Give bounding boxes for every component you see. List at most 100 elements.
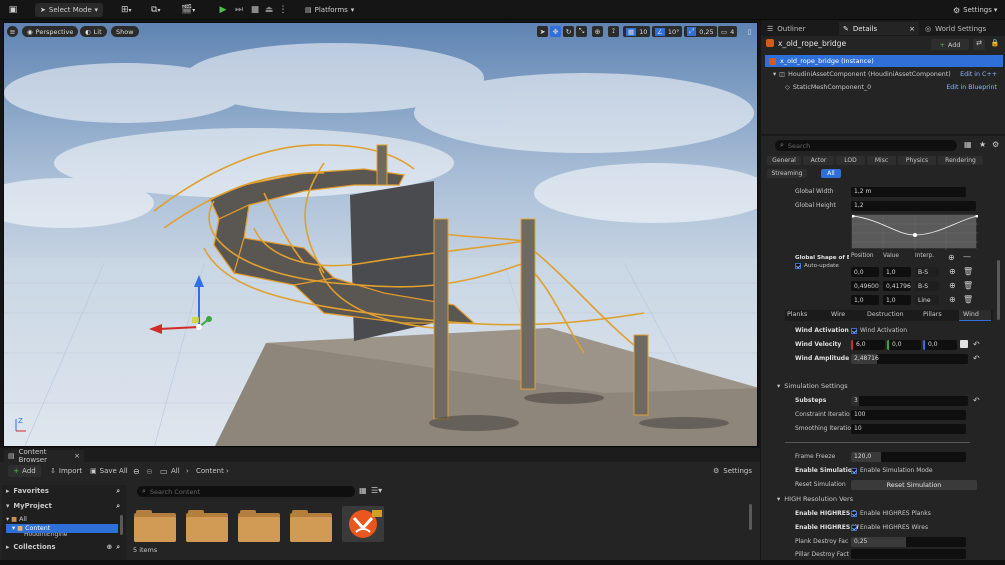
gear-icon[interactable]: ⚙: [992, 140, 999, 149]
delete-point-icon[interactable]: 🗑: [963, 281, 973, 290]
history-forward-icon[interactable]: ⊖: [146, 467, 153, 476]
save-search-icon[interactable]: ▦: [359, 486, 367, 495]
camera-speed-button[interactable]: ▭ 4: [718, 26, 738, 37]
frame-freeze-slider[interactable]: 120,0: [851, 451, 966, 462]
curve-point-interp[interactable]: B-S: [915, 281, 939, 291]
pillar-destroy-field[interactable]: [851, 549, 966, 559]
blueprint-convert-icon[interactable]: ⇄: [973, 39, 985, 50]
tree-item-all[interactable]: ▾ ■ All: [6, 515, 118, 524]
stop-icon[interactable]: ■: [248, 3, 262, 17]
edit-cpp-link[interactable]: Edit in C++: [960, 71, 997, 78]
smoothing-field[interactable]: 10: [851, 423, 966, 434]
details-search-input[interactable]: ⌕ Search: [775, 140, 957, 151]
select-tool-icon[interactable]: ➤: [537, 26, 548, 37]
viewport-layout-icon[interactable]: ▯: [744, 26, 755, 37]
tab-outliner[interactable]: ☰ Outliner: [763, 22, 809, 35]
wind-amplitude-slider[interactable]: 2,48716: [851, 353, 968, 364]
rotate-tool-icon[interactable]: ↻: [563, 26, 574, 37]
perspective-button[interactable]: ◉ Perspective: [22, 26, 79, 37]
content-search-input[interactable]: ⌕ Search Content: [137, 486, 355, 497]
auto-update-checkbox[interactable]: Auto-update: [795, 263, 839, 269]
component-instance-row[interactable]: x_old_rope_bridge (Instance): [765, 55, 1003, 67]
grid-snap-button[interactable]: ▦ 10: [623, 26, 651, 37]
insert-point-icon[interactable]: ⊕: [949, 281, 956, 290]
play-icon[interactable]: ▶: [216, 3, 230, 17]
select-mode-dropdown[interactable]: ➤ Select Mode ▾: [35, 3, 103, 17]
reset-arrow-icon[interactable]: ↶: [973, 354, 980, 363]
add-button[interactable]: + Add: [8, 465, 41, 477]
import-button[interactable]: ⇩ Import: [50, 467, 82, 475]
tab-world-settings[interactable]: ◎ World Settings: [921, 22, 990, 35]
eject-icon[interactable]: ⏏: [262, 3, 276, 17]
wind-activation-checkbox[interactable]: Wind Activation: [851, 327, 907, 334]
history-back-icon[interactable]: ⊖: [133, 467, 140, 476]
asset-folder[interactable]: [186, 510, 228, 542]
tree-scrollbar[interactable]: [120, 515, 123, 535]
color-picker-icon[interactable]: [960, 340, 968, 348]
filter-actor[interactable]: Actor: [803, 156, 834, 165]
filter-icon[interactable]: ☰▾: [371, 486, 382, 495]
scale-snap-button[interactable]: ⤢ 0,25: [684, 26, 717, 37]
tab-details[interactable]: ✎ Details ×: [839, 22, 919, 35]
curve-point-position[interactable]: 1,0: [851, 295, 879, 305]
search-icon[interactable]: ⌕: [116, 502, 120, 511]
details-scrollbar[interactable]: [997, 260, 1000, 320]
enable-sim-checkbox[interactable]: Enable Simulation Mode: [851, 467, 933, 474]
asset-folder[interactable]: [238, 510, 280, 542]
filter-general[interactable]: General: [767, 156, 801, 165]
tree-item-houdini-engine[interactable]: HoudiniEngine: [6, 533, 118, 538]
curve-point-position[interactable]: 0,0: [851, 267, 879, 277]
save-level-icon[interactable]: ▣: [6, 3, 20, 17]
search-icon[interactable]: ⌕: [116, 487, 120, 496]
component-row-staticmesh[interactable]: ◇ StaticMeshComponent_0 Edit in Blueprin…: [785, 82, 1003, 93]
cinematics-icon[interactable]: 🎬 ▾: [176, 3, 198, 17]
step-icon[interactable]: ⏭: [232, 3, 246, 17]
breadcrumb-content[interactable]: Content: [196, 467, 224, 475]
global-height-field[interactable]: 1,2: [851, 200, 976, 211]
curve-point-value[interactable]: 1,0: [883, 295, 911, 305]
subtab-wind[interactable]: Wind: [959, 310, 991, 321]
property-matrix-icon[interactable]: ▦: [964, 140, 972, 149]
plank-destroy-slider[interactable]: 0,25: [851, 536, 966, 547]
asset-scrollbar[interactable]: [749, 504, 752, 530]
add-point-icon[interactable]: ⊕: [948, 253, 955, 262]
angle-snap-button[interactable]: ∠ 10°: [652, 26, 683, 37]
substeps-slider[interactable]: 3: [851, 395, 968, 406]
delete-point-icon[interactable]: 🗑: [963, 267, 973, 276]
viewport-menu-icon[interactable]: ≡: [7, 26, 18, 37]
remove-all-icon[interactable]: —: [963, 252, 971, 261]
curve-point-position[interactable]: 0,49600: [851, 281, 879, 291]
filter-lod[interactable]: LOD: [836, 156, 865, 165]
filter-rendering[interactable]: Rendering: [938, 156, 983, 165]
curve-point-value[interactable]: 0,41796: [883, 281, 911, 291]
global-width-field[interactable]: 1,2 m: [851, 186, 966, 197]
save-all-button[interactable]: ▣ Save All: [90, 467, 128, 475]
tab-content-browser[interactable]: ▤ Content Browser ×: [4, 448, 84, 464]
curve-point-interp[interactable]: B-S: [915, 267, 939, 277]
enable-highres-wires-checkbox[interactable]: Enable HIGHRES Wires: [851, 524, 928, 531]
level-viewport[interactable]: Z ≡ ◉ Perspective ◐ Lit Show ➤ ✥ ↻ ⤡ ⊕ ⟟…: [3, 22, 758, 447]
subtab-wire[interactable]: Wire: [831, 311, 861, 318]
close-icon[interactable]: ×: [909, 25, 915, 33]
subtab-destruction[interactable]: Destruction: [867, 311, 915, 318]
filter-streaming[interactable]: Streaming: [767, 169, 807, 178]
wind-velocity-y[interactable]: 0,0: [887, 339, 921, 350]
my-project-section[interactable]: ▾ MyProject ⌕: [2, 500, 126, 512]
close-icon[interactable]: ×: [74, 452, 80, 460]
blueprint-icon[interactable]: ⧉ ▾: [146, 3, 168, 17]
add-collection-icon[interactable]: ⊕: [106, 543, 112, 551]
scale-tool-icon[interactable]: ⤡: [576, 26, 587, 37]
reset-arrow-icon[interactable]: ↶: [973, 340, 980, 349]
folder-icon[interactable]: ▭: [160, 467, 168, 476]
world-space-icon[interactable]: ⊕: [592, 26, 603, 37]
lock-icon[interactable]: 🔒: [989, 39, 1001, 50]
collections-section[interactable]: ▸ Collections ⊕ ⌕: [2, 541, 126, 553]
reset-arrow-icon[interactable]: ↶: [973, 396, 980, 405]
insert-point-icon[interactable]: ⊕: [949, 267, 956, 276]
subtab-pillars[interactable]: Pillars: [923, 311, 957, 318]
filter-physics[interactable]: Physics: [898, 156, 936, 165]
add-component-button[interactable]: + Add: [931, 39, 969, 50]
add-content-icon[interactable]: ⊞ ▾: [116, 3, 138, 17]
asset-folder[interactable]: [134, 510, 176, 542]
subtab-planks[interactable]: Planks: [787, 311, 827, 318]
